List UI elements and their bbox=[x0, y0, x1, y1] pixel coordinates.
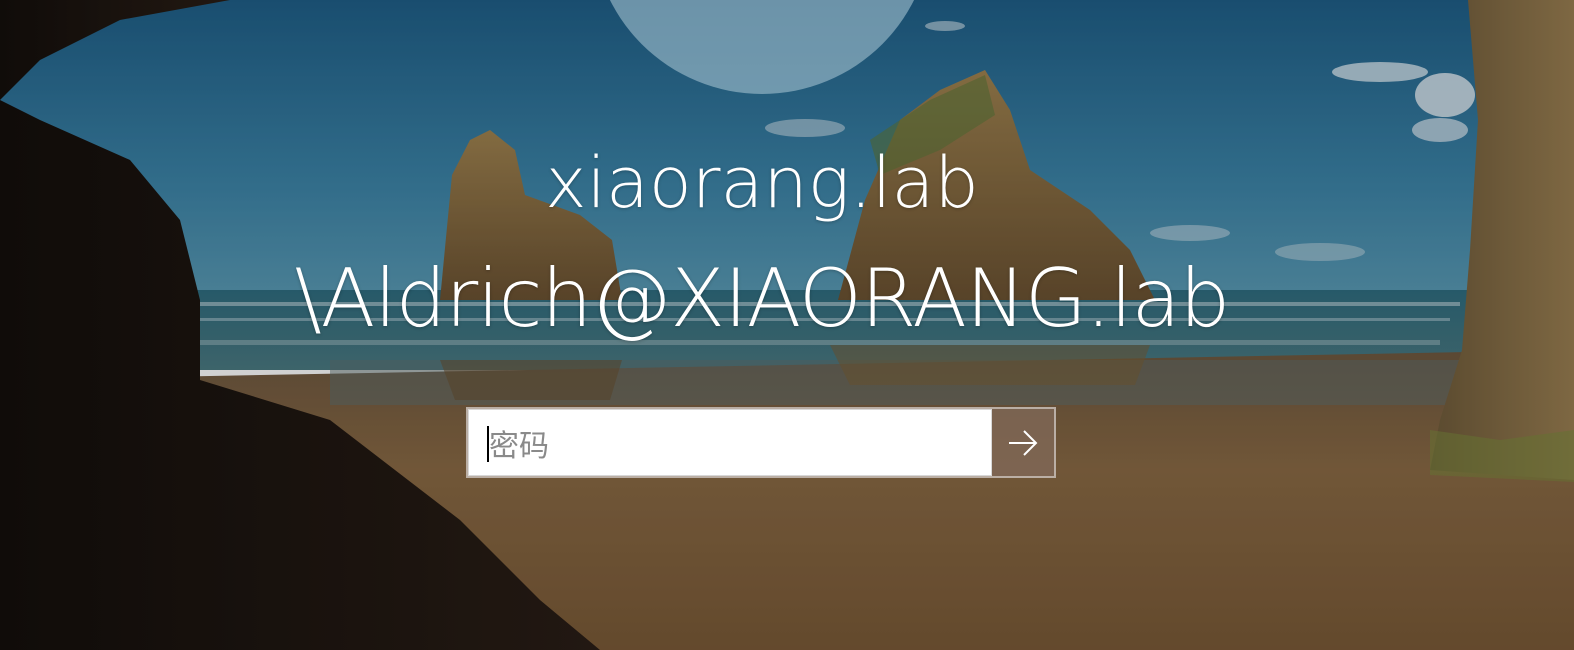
password-placeholder: 密码 bbox=[489, 428, 549, 464]
text-caret bbox=[487, 426, 489, 462]
arrow-right-icon bbox=[1009, 429, 1038, 456]
user-account-name: \Aldrich@XIAORANG.lab bbox=[294, 252, 1231, 345]
submit-button[interactable] bbox=[992, 409, 1054, 476]
domain-name: xiaorang.lab bbox=[545, 142, 979, 224]
password-field[interactable]: 密码 bbox=[468, 409, 992, 476]
lock-screen: xiaorang.lab \Aldrich@XIAORANG.lab 密码 bbox=[0, 0, 1574, 650]
password-box: 密码 bbox=[466, 407, 1056, 478]
